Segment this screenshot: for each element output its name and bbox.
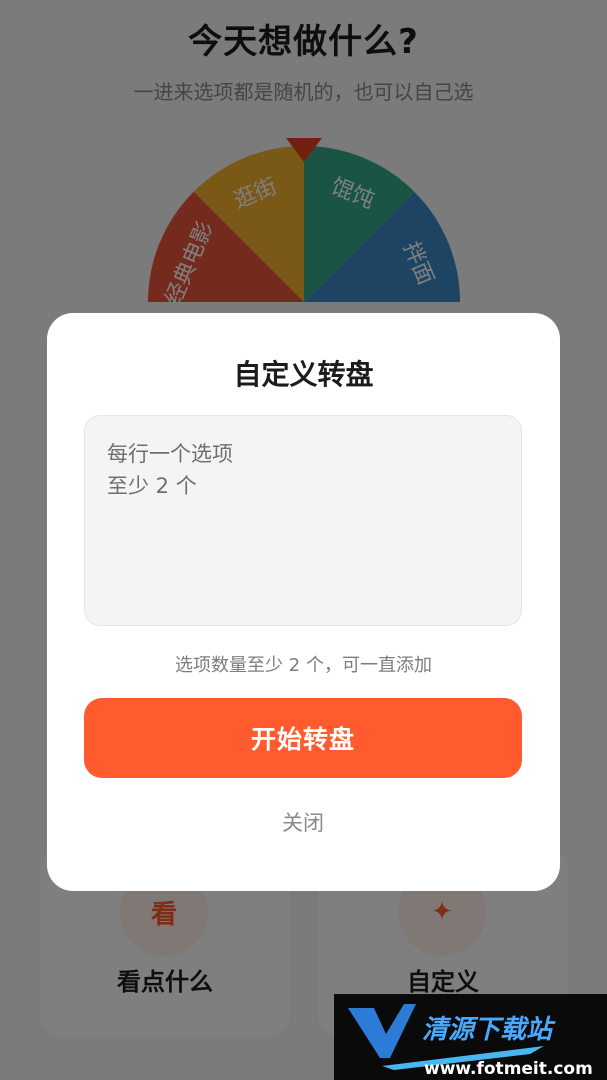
logo-mark-icon <box>348 1004 416 1058</box>
dialog-title: 自定义转盘 <box>233 358 374 391</box>
watermark-title: 清源下载站 <box>422 1015 556 1045</box>
watermark-logo: 清源下载站 www.fotmeit.com <box>334 994 607 1080</box>
options-input[interactable] <box>84 415 522 626</box>
options-hint: 选项数量至少 2 个，可一直添加 <box>175 655 432 676</box>
custom-wheel-dialog: 自定义转盘 选项数量至少 2 个，可一直添加 开始转盘 关闭 <box>47 313 560 891</box>
start-spin-button[interactable]: 开始转盘 <box>84 698 522 778</box>
watermark-url: www.fotmeit.com <box>424 1059 593 1079</box>
close-button[interactable]: 关闭 <box>243 801 363 843</box>
